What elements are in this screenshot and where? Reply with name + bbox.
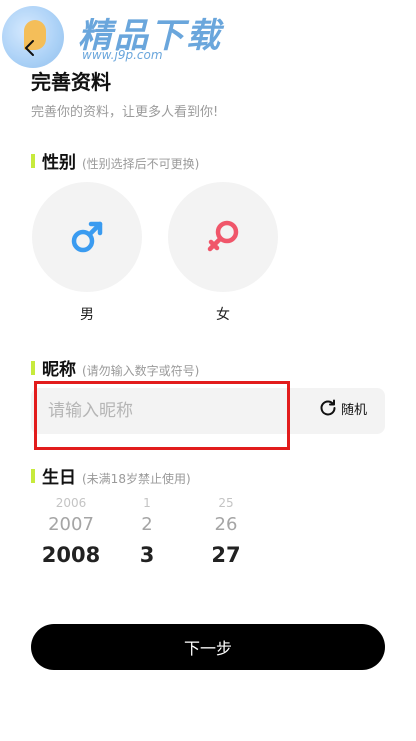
- picker-item[interactable]: 1: [130, 497, 164, 509]
- gender-section-header: 性别 (性别选择后不可更换): [31, 148, 199, 173]
- picker-item[interactable]: 2006: [38, 497, 104, 509]
- month-picker[interactable]: 1 2 3: [130, 497, 164, 567]
- next-step-button[interactable]: 下一步: [31, 624, 385, 670]
- day-picker[interactable]: 25 26 27: [206, 497, 246, 567]
- gender-male-circle[interactable]: [32, 182, 142, 292]
- nickname-input[interactable]: [48, 390, 284, 432]
- picker-item[interactable]: 25: [206, 497, 246, 509]
- section-accent-bar: [31, 153, 35, 168]
- picker-item[interactable]: 2: [130, 513, 164, 537]
- chevron-left-icon: [25, 40, 34, 56]
- page-title: 完善资料: [31, 70, 111, 94]
- nickname-label: 昵称: [42, 360, 76, 380]
- gender-female-label: 女: [216, 307, 230, 323]
- male-symbol-icon: [71, 221, 103, 253]
- gender-female-circle[interactable]: [168, 182, 278, 292]
- gender-hint: (性别选择后不可更换): [82, 157, 200, 171]
- section-accent-bar: [31, 468, 35, 483]
- gender-male-label: 男: [80, 307, 94, 323]
- watermark-url: www.j9p.com: [82, 48, 163, 62]
- back-button[interactable]: [18, 36, 42, 60]
- year-picker[interactable]: 2006 2007 2008: [38, 497, 104, 567]
- random-label: 随机: [341, 402, 368, 418]
- random-nickname-button[interactable]: 随机: [318, 398, 367, 418]
- picker-selected-month[interactable]: 3: [130, 543, 164, 567]
- gender-label: 性别: [42, 153, 76, 173]
- birthday-label: 生日: [42, 468, 76, 488]
- female-symbol-icon: [207, 220, 239, 252]
- picker-item[interactable]: 2007: [38, 513, 104, 537]
- birthday-section-header: 生日 (未满18岁禁止使用): [31, 463, 191, 488]
- gender-option-male[interactable]: 男: [32, 182, 142, 324]
- section-accent-bar: [31, 360, 35, 375]
- picker-item[interactable]: 26: [206, 513, 246, 537]
- gender-option-female[interactable]: 女: [168, 182, 278, 324]
- nickname-section-header: 昵称 (请勿输入数字或符号): [31, 355, 199, 380]
- picker-selected-year[interactable]: 2008: [38, 543, 104, 567]
- page-subtitle: 完善你的资料，让更多人看到你!: [31, 105, 219, 120]
- birthday-hint: (未满18岁禁止使用): [82, 472, 191, 486]
- refresh-icon: [320, 399, 336, 416]
- picker-selected-day[interactable]: 27: [206, 543, 246, 567]
- nickname-hint: (请勿输入数字或符号): [82, 364, 200, 378]
